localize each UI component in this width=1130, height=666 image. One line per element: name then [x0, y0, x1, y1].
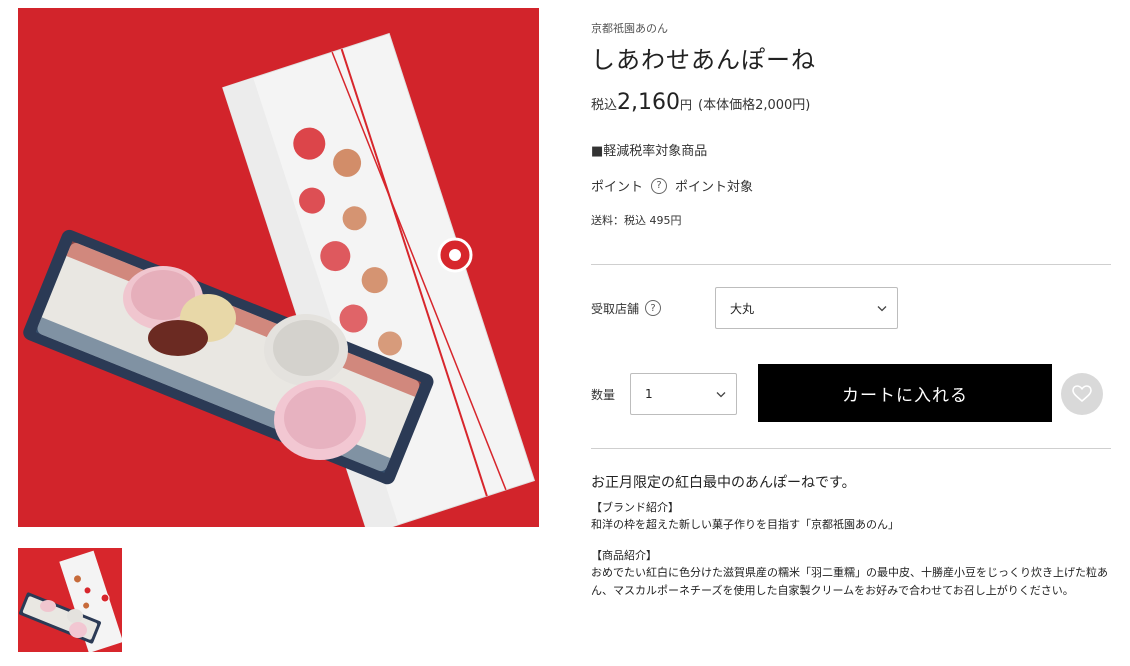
price-tax-prefix: 税込 — [591, 98, 618, 113]
price-currency: 円 — [680, 98, 693, 112]
help-icon[interactable]: ? — [645, 300, 662, 316]
product-thumbnail[interactable] — [18, 548, 122, 652]
add-to-cart-button[interactable]: カートに入れる — [758, 364, 1052, 422]
quantity-select-value: 1 — [645, 387, 653, 401]
quantity-label: 数量 — [591, 388, 616, 402]
reduced-tax-note: ■軽減税率対象商品 — [591, 144, 708, 159]
product-main-image[interactable] — [18, 8, 539, 527]
help-icon[interactable]: ? — [651, 177, 668, 194]
product-title: しあわせあんぽーね — [591, 46, 816, 74]
quantity-select[interactable]: 1 — [630, 373, 737, 415]
chevron-down-icon — [877, 302, 887, 315]
product-intro-text: おめでたい紅白に色分けた滋賀県産の糯米「羽二重糯」の最中皮、十勝産小豆をじっくり… — [591, 566, 1108, 597]
store-select-value: 大丸 — [730, 301, 755, 316]
shipping-fee: 送料：税込 495円 — [591, 214, 682, 227]
product-description: お正月限定の紅白最中のあんぽーねです。 【ブランド紹介】 和洋の枠を超えた新しい… — [591, 472, 1111, 614]
product-photo — [18, 8, 539, 527]
product-intro-heading: 【商品紹介】 — [591, 549, 657, 562]
brand-name[interactable]: 京都祇園あのん — [591, 20, 668, 36]
description-lead: お正月限定の紅白最中のあんぽーねです。 — [591, 475, 856, 491]
points-row: ポイント ? ポイント対象 — [591, 176, 753, 195]
price-value: 2,160 — [617, 90, 680, 115]
divider — [591, 264, 1111, 265]
brand-intro-text: 和洋の枠を超えた新しい菓子作りを目指す「京都祇園あのん」 — [591, 518, 899, 531]
store-select[interactable]: 大丸 — [715, 287, 898, 329]
product-info-panel: 京都祇園あのん しあわせあんぽーね 税込2,160円 (本体価格2,000円) ■… — [591, 0, 1113, 666]
points-label: ポイント — [591, 180, 644, 195]
brand-intro-heading: 【ブランド紹介】 — [591, 501, 679, 514]
store-label: 受取店舗 — [591, 301, 640, 316]
price-row: 税込2,160円 (本体価格2,000円) — [591, 90, 810, 115]
divider — [591, 448, 1111, 449]
thumbnail-photo — [18, 548, 122, 652]
price-base: (本体価格2,000円) — [698, 98, 811, 113]
points-value: ポイント対象 — [675, 180, 754, 195]
heart-icon — [1072, 385, 1092, 403]
chevron-down-icon — [716, 388, 726, 401]
favorite-button[interactable] — [1061, 373, 1103, 415]
store-label-group: 受取店舗 ? — [591, 300, 662, 317]
